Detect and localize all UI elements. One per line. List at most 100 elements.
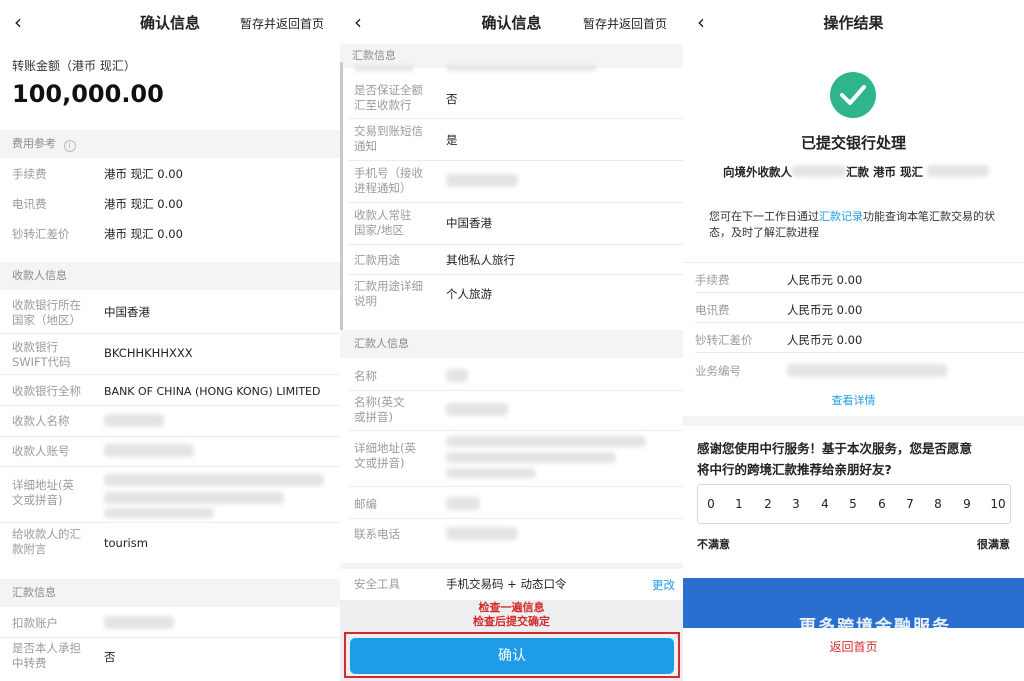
tel-label: 联系电话 — [354, 527, 400, 541]
nps-option-8[interactable]: 8 — [930, 497, 946, 511]
memo-label-line2: 款附言 — [12, 542, 47, 556]
success-check-icon — [830, 72, 876, 118]
nps-scale: 0 1 2 3 4 5 6 7 8 9 10 — [697, 484, 1011, 524]
zip-label: 邮编 — [354, 497, 377, 511]
purpose-detail-label-line2: 说明 — [354, 294, 377, 308]
purpose-detail-value: 个人旅游 — [446, 287, 492, 301]
remitter-address-label-line2: 文或拼音) — [354, 456, 405, 470]
divider — [695, 322, 1024, 323]
remit-section-header: 汇款信息 — [0, 579, 340, 607]
remitter-name-redacted — [446, 369, 468, 382]
purpose-detail-label: 汇款用途详细 说明 — [354, 279, 423, 309]
page-title: 操作结果 — [823, 14, 884, 32]
confirm-info-screen-1: ‹ 确认信息 暂存并返回首页 转账金额（港币 现汇） 100,000.00 费用… — [0, 0, 340, 681]
nps-option-3[interactable]: 3 — [788, 497, 804, 511]
return-home-button[interactable]: 返回首页 — [683, 638, 1024, 655]
bank-name-value: BANK OF CHINA (HONG KONG) LIMITED — [104, 385, 321, 398]
memo-label: 给收款人的汇 款附言 — [12, 527, 81, 557]
remitter-name-en-label: 名称(英文 或拼音) — [354, 395, 405, 425]
security-tool-value: 手机交易码 + 动态口令 — [446, 577, 567, 591]
swift-label: 收款银行 SWIFT代码 — [12, 340, 71, 370]
nps-option-9[interactable]: 9 — [959, 497, 975, 511]
summary-line: 向境外收款人 汇款 港币 现汇 — [723, 164, 990, 180]
telecom-fee-value: 人民币元 0.00 — [787, 303, 863, 317]
fee-value: 人民币元 0.00 — [787, 273, 863, 287]
save-and-home-link[interactable]: 暂存并返回首页 — [240, 15, 324, 32]
header: ‹ 操作结果 — [683, 0, 1024, 46]
divider — [0, 333, 340, 334]
remitter-address-redacted — [446, 468, 536, 478]
swift-value: BKCHHKHHXXX — [104, 346, 193, 360]
debit-account-redacted — [104, 616, 174, 629]
nps-option-10[interactable]: 10 — [988, 497, 1008, 511]
info-line-2: 态，及时了解汇款进程 — [709, 226, 819, 239]
address-redacted — [104, 508, 214, 518]
confirm-info-screen-2: 汇款信息 ‹ 确认信息 暂存并返回首页 是否保证全额 汇至收款行 否 交易到账短… — [340, 0, 683, 681]
view-details-link[interactable]: 查看详情 — [683, 392, 1024, 408]
nps-option-2[interactable]: 2 — [760, 497, 776, 511]
fee-label: 手续费 — [695, 273, 730, 287]
divider — [348, 390, 683, 391]
bear-fee-label: 是否本人承担 中转费 — [12, 641, 81, 671]
telecom-fee-value: 港币 现汇 0.00 — [104, 197, 183, 211]
divider — [695, 352, 1024, 353]
info-post: 功能查询本笔汇款交易的状 — [863, 210, 995, 223]
residence-value: 中国香港 — [446, 216, 492, 230]
remitter-name-en-label-line1: 名称(英文 — [354, 395, 405, 409]
annotation-submit: 检查后提交确定 — [473, 615, 550, 628]
nps-option-7[interactable]: 7 — [902, 497, 918, 511]
memo-label-line1: 给收款人的汇 — [12, 527, 81, 541]
exchange-diff-value: 人民币元 0.00 — [787, 333, 863, 347]
phone-redacted — [446, 174, 518, 187]
confirm-button[interactable]: 确认 — [350, 638, 674, 674]
nps-option-1[interactable]: 1 — [731, 497, 747, 511]
guarantee-label: 是否保证全额 汇至收款行 — [354, 83, 423, 113]
remit-record-link[interactable]: 汇款记录 — [819, 210, 863, 223]
divider — [0, 466, 340, 467]
promo-banner[interactable]: 更多跨境金融服务 — [683, 578, 1024, 628]
memo-value: tourism — [104, 536, 148, 550]
exchange-diff-value: 港币 现汇 0.00 — [104, 227, 183, 241]
payee-name-label: 收款人名称 — [12, 414, 70, 428]
nps-option-4[interactable]: 4 — [817, 497, 833, 511]
nps-option-6[interactable]: 6 — [874, 497, 890, 511]
survey-line-2: 将中行的跨境汇款推荐给亲朋好友? — [697, 462, 892, 477]
divider — [348, 244, 683, 245]
remitter-address-label: 详细地址(英 文或拼音) — [354, 441, 416, 471]
divider — [348, 518, 683, 519]
bank-country-label-line2: 国家（地区） — [12, 313, 81, 327]
divider — [695, 292, 1024, 293]
guarantee-value: 否 — [446, 92, 458, 106]
telecom-fee-label: 电讯费 — [12, 197, 47, 211]
telecom-fee-label: 电讯费 — [695, 303, 730, 317]
scrollbar[interactable] — [340, 62, 343, 354]
info-icon[interactable]: i — [63, 140, 76, 152]
sms-value: 是 — [446, 133, 458, 147]
phone-label: 手机号（接收 进程通知） — [354, 166, 423, 196]
address-label: 详细地址(英 文或拼音) — [12, 478, 74, 508]
divider — [0, 637, 340, 638]
tel-redacted — [446, 527, 518, 540]
bank-country-label: 收款银行所在 国家（地区） — [12, 298, 81, 328]
save-and-home-link[interactable]: 暂存并返回首页 — [583, 15, 667, 32]
exchange-diff-label: 钞转汇差价 — [695, 333, 753, 347]
nps-option-0[interactable]: 0 — [703, 497, 719, 511]
truncated-row — [354, 65, 414, 71]
low-score-label: 不满意 — [697, 538, 730, 551]
summary-prefix: 向境外收款人 — [723, 165, 792, 179]
bear-fee-label-line2: 中转费 — [12, 656, 47, 670]
change-link[interactable]: 更改 — [652, 577, 675, 593]
truncated-row — [446, 65, 596, 71]
divider — [0, 405, 340, 406]
remitter-name-en-redacted — [446, 403, 508, 416]
sms-label-line1: 交易到账短信 — [354, 124, 423, 138]
sms-label: 交易到账短信 通知 — [354, 124, 423, 154]
divider — [683, 262, 1024, 263]
address-label-line2: 文或拼音) — [12, 493, 63, 507]
remitter-section-header: 汇款人信息 — [340, 330, 683, 358]
security-tool-label: 安全工具 — [354, 577, 400, 591]
status-title: 已提交银行处理 — [800, 134, 906, 152]
biz-no-label: 业务编号 — [695, 364, 741, 378]
nps-option-5[interactable]: 5 — [845, 497, 861, 511]
divider — [348, 274, 683, 275]
